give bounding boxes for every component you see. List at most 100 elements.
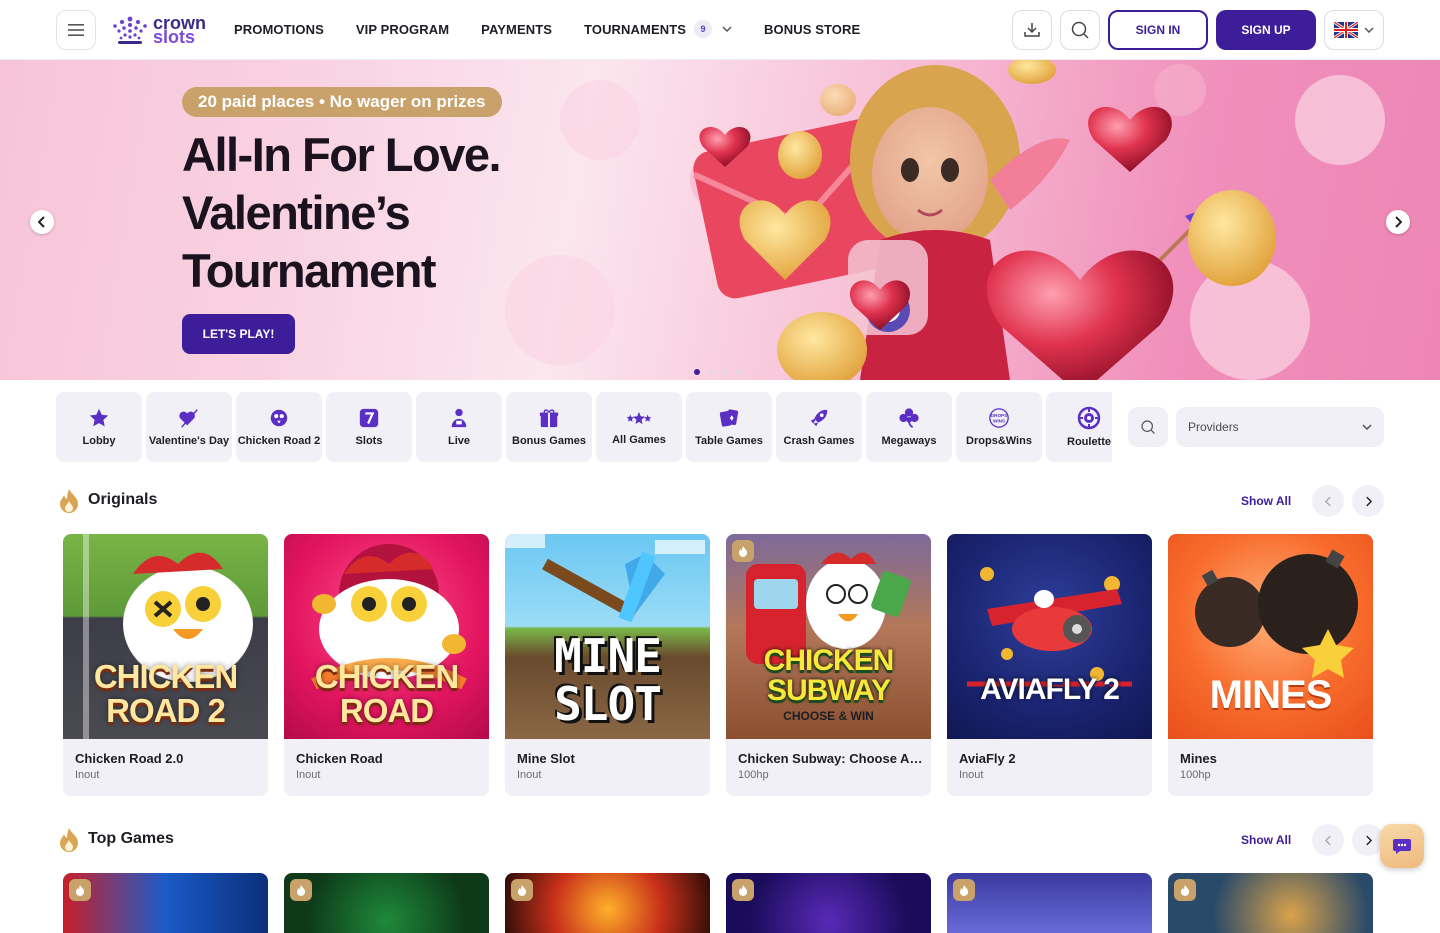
- game-art-title: AVIAFLY 2: [980, 673, 1120, 706]
- game-card[interactable]: [284, 873, 489, 933]
- category-live[interactable]: Live: [416, 392, 502, 462]
- category-label: Live: [447, 434, 470, 447]
- chevron-left-icon: [38, 216, 45, 228]
- language-selector[interactable]: [1324, 10, 1384, 50]
- game-thumbnail: AVIAFLY 2: [947, 534, 1152, 739]
- category-label: Drops&Wins: [966, 434, 1032, 447]
- flame-icon: [296, 884, 306, 896]
- category-chicken-road-2[interactable]: Chicken Road 2: [236, 392, 322, 462]
- category-megaways[interactable]: Megaways: [866, 392, 952, 462]
- hamburger-icon: [68, 24, 84, 36]
- category-label: All Games: [612, 433, 666, 446]
- hot-badge: [732, 540, 754, 562]
- hero-prev-button[interactable]: [30, 210, 54, 234]
- category-valentines-day[interactable]: Valentine's Day: [146, 392, 232, 462]
- search-button[interactable]: [1060, 10, 1100, 50]
- chevron-right-icon: [1395, 216, 1402, 228]
- nav-tournaments[interactable]: TOURNAMENTS 9: [584, 20, 732, 38]
- hero-title: All-In For Love. Valentine’s Tournament: [182, 126, 602, 300]
- nav-bonus-store[interactable]: BONUS STORE: [764, 22, 860, 37]
- carousel-prev-button[interactable]: [1312, 485, 1344, 517]
- game-card[interactable]: CHICKEN ROAD Chicken Road Inout: [284, 534, 489, 796]
- category-table-games[interactable]: Table Games: [686, 392, 772, 462]
- game-card[interactable]: [1168, 873, 1373, 933]
- category-label: Crash Games: [783, 434, 855, 447]
- originals-section-header: Originals Show All: [56, 485, 1384, 517]
- main-nav: PROMOTIONS VIP PROGRAM PAYMENTS TOURNAME…: [234, 0, 860, 58]
- game-card[interactable]: [63, 873, 268, 933]
- hero-title-line-3: Tournament: [182, 244, 437, 297]
- game-art-title: CHICKEN SUBWAY: [763, 644, 895, 707]
- carousel-prev-button[interactable]: [1312, 824, 1344, 856]
- hero-tag-pill: 20 paid places • No wager on prizes: [182, 87, 502, 117]
- game-card[interactable]: CHICKEN ROAD 2 Chicken Road 2.0 Inout: [63, 534, 268, 796]
- category-label: Roulette: [1067, 435, 1111, 448]
- chevron-down-icon: [1362, 424, 1372, 430]
- tournaments-count-badge: 9: [694, 20, 713, 38]
- flame-icon: [959, 884, 969, 896]
- chat-icon: [1393, 839, 1411, 854]
- top-games-carousel: [63, 873, 1373, 933]
- flame-icon: [738, 545, 748, 557]
- game-thumbnail: CHICKEN SUBWAY CHOOSE & WIN: [726, 534, 931, 739]
- game-search-button[interactable]: [1128, 407, 1168, 447]
- game-thumbnail: CHICKEN ROAD 2: [63, 534, 268, 739]
- game-card[interactable]: AVIAFLY 2 AviaFly 2 Inout: [947, 534, 1152, 796]
- game-provider: Inout: [296, 769, 321, 781]
- category-roulette[interactable]: Roulette: [1046, 392, 1112, 462]
- chevron-right-icon: [1365, 835, 1372, 845]
- flame-icon: [60, 489, 78, 513]
- hot-badge: [1174, 879, 1196, 901]
- game-card[interactable]: MINE SLOT Mine Slot Inout: [505, 534, 710, 796]
- sign-in-button[interactable]: SIGN IN: [1108, 10, 1208, 50]
- nav-vip-program[interactable]: VIP PROGRAM: [356, 22, 449, 37]
- logo[interactable]: crown slots: [111, 13, 215, 47]
- hero-dot-3[interactable]: [722, 369, 728, 375]
- category-slots[interactable]: Slots: [326, 392, 412, 462]
- originals-carousel: CHICKEN ROAD 2 Chicken Road 2.0 Inout CH…: [63, 534, 1373, 796]
- hero-title-line-2: Valentine’s: [182, 186, 411, 239]
- game-card[interactable]: MINES Mines 100hp: [1168, 534, 1373, 796]
- nav-promotions[interactable]: PROMOTIONS: [234, 22, 324, 37]
- category-drops-wins[interactable]: DROPS WINS Drops&Wins: [956, 392, 1042, 462]
- sign-up-button[interactable]: SIGN UP: [1216, 10, 1316, 50]
- heart-arrow-icon: [179, 408, 198, 428]
- category-lobby[interactable]: Lobby: [56, 392, 142, 462]
- download-app-button[interactable]: [1012, 10, 1052, 50]
- providers-dropdown[interactable]: Providers: [1176, 407, 1384, 447]
- category-label: Lobby: [82, 434, 116, 447]
- show-all-link[interactable]: Show All: [1241, 833, 1291, 847]
- hot-badge: [69, 879, 91, 901]
- category-crash-games[interactable]: Crash Games: [776, 392, 862, 462]
- svg-text:DROPS: DROPS: [991, 413, 1007, 418]
- game-card[interactable]: CHICKEN SUBWAY CHOOSE & WIN Chicken Subw…: [726, 534, 931, 796]
- hero-dot-1[interactable]: [694, 369, 700, 375]
- hero-banner[interactable]: 20 paid places • No wager on prizes All-…: [0, 60, 1440, 380]
- nav-payments[interactable]: PAYMENTS: [481, 22, 552, 37]
- logo-text-slots: slots: [153, 27, 196, 47]
- game-title: Chicken Subway: Choose An...: [738, 751, 923, 766]
- live-chat-button[interactable]: [1380, 824, 1424, 868]
- hero-pagination: [694, 369, 742, 375]
- category-all-games[interactable]: All Games: [596, 392, 682, 462]
- hero-next-button[interactable]: [1386, 210, 1410, 234]
- menu-button[interactable]: [56, 10, 96, 50]
- providers-label: Providers: [1188, 420, 1239, 434]
- game-card[interactable]: [505, 873, 710, 933]
- game-title: Chicken Road 2.0: [75, 751, 184, 766]
- game-card[interactable]: [947, 873, 1152, 933]
- hot-badge: [953, 879, 975, 901]
- carousel-next-button[interactable]: [1352, 485, 1384, 517]
- cards-icon: [719, 408, 739, 427]
- show-all-link[interactable]: Show All: [1241, 494, 1291, 508]
- hero-dot-2[interactable]: [708, 369, 714, 375]
- category-bar: Lobby Valentine's Day Chicken Road 2 Slo…: [56, 392, 1112, 462]
- dealer-icon: [451, 408, 467, 427]
- chevron-down-icon: [722, 26, 732, 32]
- category-label: Valentine's Day: [148, 434, 230, 447]
- lets-play-button[interactable]: LET'S PLAY!: [182, 314, 295, 354]
- hot-badge: [511, 879, 533, 901]
- hero-dot-4[interactable]: [736, 369, 742, 375]
- game-card[interactable]: [726, 873, 931, 933]
- category-bonus-games[interactable]: Bonus Games: [506, 392, 592, 462]
